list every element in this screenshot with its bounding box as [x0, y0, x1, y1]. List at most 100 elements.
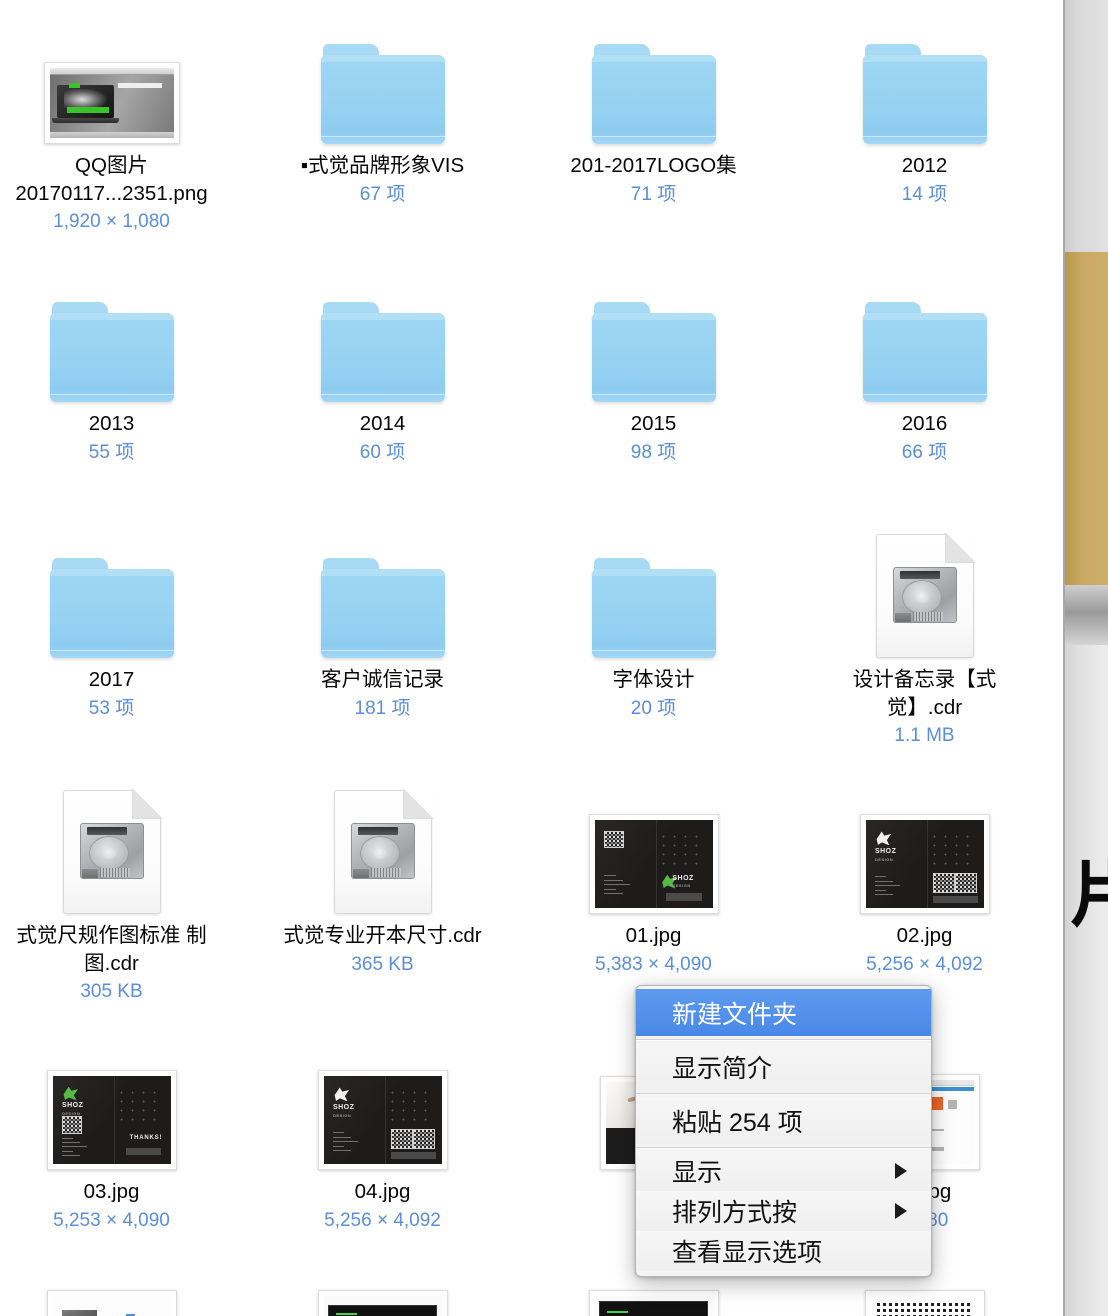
hard-drive-icon	[892, 567, 957, 623]
item-icon[interactable]	[0, 14, 247, 144]
item-subtitle: 1,920 × 1,080	[53, 211, 170, 233]
finder-item[interactable]: 2017 53 项	[0, 528, 247, 721]
business-card-artwork: SHOZ DESIGN	[323, 1076, 442, 1164]
item-icon[interactable]	[247, 784, 518, 914]
item-icon[interactable]	[0, 272, 247, 402]
finder-item[interactable]: 式觉尺规作图标准 制图.cdr 305 KB	[0, 784, 247, 1005]
finder-item[interactable]: 2014 60 项	[247, 272, 518, 465]
menu-item-label: 新建文件夹	[672, 1000, 798, 1029]
item-icon[interactable]	[247, 528, 518, 658]
item-subtitle: 66 项	[901, 441, 948, 463]
menu-item-4[interactable]: 排列方式按	[636, 1191, 931, 1231]
page-fold-corner	[402, 789, 433, 819]
hard-drive-icon	[350, 823, 415, 879]
menu-item-label: 查看显示选项	[672, 1239, 823, 1267]
background-window-text: 片3	[1070, 853, 1108, 937]
image-thumbnail	[43, 62, 180, 144]
folder-lip	[862, 313, 987, 320]
item-name: ▪式觉品牌形象VIS	[300, 154, 465, 177]
item-icon[interactable]	[0, 528, 247, 658]
finder-item-partial[interactable]	[0, 1290, 247, 1316]
item-subtitle: 98 项	[630, 441, 677, 463]
item-icon[interactable]: SHOZ DESIGN	[789, 784, 1060, 914]
menu-item-1[interactable]: 显示简介	[636, 1043, 931, 1090]
finder-item[interactable]: 2015 98 项	[518, 272, 789, 465]
background-band-gray-top	[1063, 0, 1108, 252]
item-icon[interactable]: SHOZ DESIGN THANKS!	[0, 1040, 247, 1170]
item-subtitle: 5,256 × 4,092	[324, 1209, 441, 1231]
finder-item[interactable]: 201-2017LOGO集 71 项	[518, 14, 789, 207]
item-name: 201-2017LOGO集	[570, 154, 737, 177]
item-name: 04.jpg	[354, 1180, 411, 1203]
finder-item-partial[interactable]	[247, 1290, 518, 1316]
image-thumbnail	[46, 1290, 177, 1316]
item-icon[interactable]	[789, 14, 1060, 144]
menu-item-5[interactable]: 查看显示选项	[636, 1231, 931, 1271]
qr-sheet-artwork	[870, 1296, 979, 1316]
finder-item[interactable]: 式觉专业开本尺寸.cdr 365 KB	[247, 784, 518, 977]
folder-icon	[320, 44, 445, 144]
finder-item[interactable]: 2016 66 项	[789, 272, 1060, 465]
submenu-arrow-icon	[895, 1163, 907, 1179]
item-name: 字体设计	[612, 668, 695, 691]
item-icon[interactable]: SHOZ DESIGN	[518, 784, 789, 914]
cdr-document-icon	[875, 533, 975, 658]
item-icon[interactable]	[0, 784, 247, 914]
image-thumbnail	[864, 1290, 985, 1316]
finder-item[interactable]: 2012 14 项	[789, 14, 1060, 207]
folder-lip	[49, 569, 174, 576]
finder-item[interactable]: SHOZ DESIGN THANKS! 03.jpg 5,253 × 4,090	[0, 1040, 247, 1233]
item-name: 2016	[901, 412, 948, 435]
finder-item[interactable]: ▪式觉品牌形象VIS 67 项	[247, 14, 518, 207]
item-icon[interactable]	[247, 272, 518, 402]
folder-icon	[862, 302, 987, 402]
business-card-artwork: SHOZ DESIGN	[865, 820, 984, 908]
menu-item-0[interactable]: 新建文件夹	[636, 989, 931, 1036]
item-icon[interactable]	[0, 1290, 247, 1316]
menu-item-label: 排列方式按	[672, 1199, 798, 1227]
item-icon[interactable]	[247, 14, 518, 144]
item-subtitle: 5,383 × 4,090	[595, 953, 712, 975]
menu-separator	[636, 1093, 931, 1094]
finder-item[interactable]: 客户诚信记录 181 项	[247, 528, 518, 721]
folder-lip	[320, 55, 445, 62]
folder-body	[320, 313, 445, 402]
menu-separator	[636, 1147, 931, 1148]
finder-item[interactable]: SHOZ DESIGN 02.jpg 5,256 × 4,092	[789, 784, 1060, 977]
finder-item[interactable]: SHOZ DESIGN 04.jpg 5,256 × 4,092	[247, 1040, 518, 1233]
folder-icon	[862, 44, 987, 144]
item-subtitle: 71 项	[630, 183, 677, 205]
finder-item[interactable]: QQ图片20170117...2351.png 1,920 × 1,080	[0, 14, 247, 235]
window-right-edge	[1063, 0, 1065, 1316]
person-photo-artwork	[52, 1296, 171, 1316]
item-icon[interactable]	[518, 14, 789, 144]
finder-item[interactable]: 2013 55 项	[0, 272, 247, 465]
finder-item[interactable]: 设计备忘录【式觉】.cdr 1.1 MB	[789, 528, 1060, 749]
folder-body	[49, 569, 174, 658]
item-name: 式觉尺规作图标准 制图.cdr	[16, 924, 207, 975]
finder-item-partial[interactable]	[518, 1290, 789, 1316]
terminal-screenshot-artwork	[594, 1296, 713, 1316]
folder-lip	[320, 313, 445, 320]
item-icon[interactable]	[247, 1290, 518, 1316]
item-icon[interactable]	[518, 528, 789, 658]
finder-item[interactable]: SHOZ DESIGN 01.jpg 5,383 × 4,090	[518, 784, 789, 977]
finder-item[interactable]: 字体设计 20 项	[518, 528, 789, 721]
folder-icon	[320, 558, 445, 658]
context-menu[interactable]: 新建文件夹显示简介粘贴 254 项显示排列方式按查看显示选项	[635, 985, 932, 1277]
menu-item-3[interactable]: 显示	[636, 1151, 931, 1191]
item-icon[interactable]	[789, 272, 1060, 402]
item-icon[interactable]	[789, 528, 1060, 658]
item-icon[interactable]: SHOZ DESIGN	[247, 1040, 518, 1170]
item-name: 2014	[359, 412, 406, 435]
item-icon[interactable]	[789, 1290, 1060, 1316]
menu-item-label: 粘贴 254 项	[672, 1108, 803, 1137]
item-name: 2017	[88, 668, 135, 691]
menu-item-2[interactable]: 粘贴 254 项	[636, 1097, 931, 1144]
image-thumbnail: SHOZ DESIGN	[317, 1070, 448, 1170]
item-name: 02.jpg	[896, 924, 953, 947]
item-subtitle: 60 项	[359, 441, 406, 463]
item-icon[interactable]	[518, 1290, 789, 1316]
item-icon[interactable]	[518, 272, 789, 402]
finder-item-partial[interactable]	[789, 1290, 1060, 1316]
